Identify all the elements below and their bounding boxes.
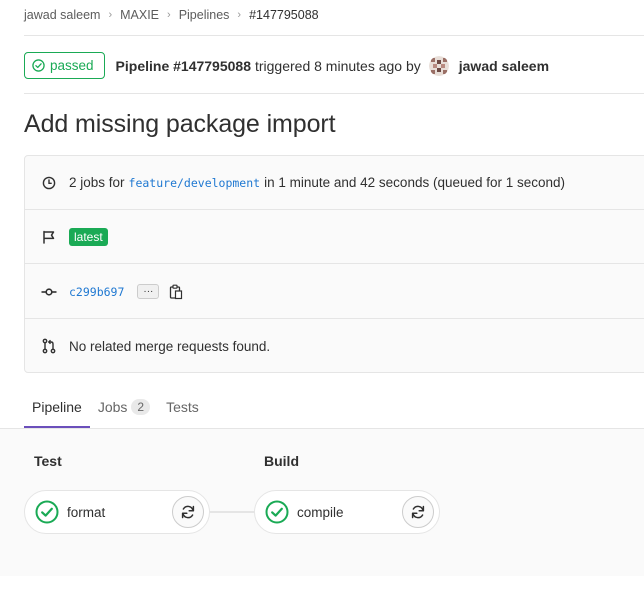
merge-requests-row: No related merge requests found. <box>25 319 644 373</box>
commit-icon <box>41 284 57 300</box>
jobs-row: 2 jobs for feature/development in 1 minu… <box>25 156 644 210</box>
latest-badge[interactable]: latest <box>69 227 108 246</box>
job-name: compile <box>297 504 344 520</box>
expand-commit-button[interactable]: ··· <box>137 284 160 299</box>
divider <box>24 93 644 94</box>
success-check-icon <box>35 500 59 524</box>
breadcrumb-project[interactable]: MAXIE <box>120 8 159 22</box>
stage-connector <box>210 511 255 513</box>
no-merge-requests-text: No related merge requests found. <box>69 338 271 354</box>
merge-request-icon <box>41 338 57 354</box>
retry-job-button[interactable] <box>402 496 434 528</box>
copy-sha-button[interactable] <box>169 284 183 300</box>
breadcrumb: jawad saleem › MAXIE › Pipelines › #1477… <box>24 6 319 24</box>
job-compile[interactable]: compile <box>254 490 440 534</box>
commit-sha-link[interactable]: c299b697 <box>69 285 124 299</box>
status-badge[interactable]: passed <box>24 52 105 79</box>
avatar[interactable] <box>428 55 449 76</box>
jobs-duration: in 1 minute and 42 seconds (queued for 1… <box>264 175 566 190</box>
status-label: passed <box>50 58 94 73</box>
chevron-right-icon: › <box>108 9 113 21</box>
author-name[interactable]: jawad saleem <box>459 58 549 74</box>
tab-tests[interactable]: Tests <box>158 385 207 428</box>
breadcrumb-pipelines[interactable]: Pipelines <box>179 8 230 22</box>
breadcrumb-user[interactable]: jawad saleem <box>24 8 100 22</box>
tab-jobs[interactable]: Jobs 2 <box>90 385 158 428</box>
pipeline-tabs: Pipeline Jobs 2 Tests <box>24 385 207 428</box>
page-title: Add missing package import <box>24 110 336 138</box>
chevron-right-icon: › <box>167 9 171 21</box>
tab-tests-label: Tests <box>166 398 199 415</box>
divider <box>24 35 644 36</box>
stage-title-build: Build <box>264 453 299 469</box>
clock-icon <box>41 175 57 191</box>
jobs-count-badge: 2 <box>131 398 151 415</box>
breadcrumb-pipeline-id[interactable]: #147795088 <box>249 8 319 22</box>
flag-icon <box>41 229 57 245</box>
retry-job-button[interactable] <box>172 496 204 528</box>
pipeline-header: passed Pipeline #147795088 triggered 8 m… <box>24 52 549 79</box>
job-format[interactable]: format <box>24 490 210 534</box>
tab-pipeline-label: Pipeline <box>32 398 82 415</box>
pipeline-label: Pipeline #147795088 <box>115 57 251 74</box>
check-circle-icon <box>32 59 45 72</box>
stage-title-test: Test <box>34 453 62 469</box>
latest-row: latest <box>25 210 644 264</box>
triggered-text: triggered 8 minutes ago by <box>254 57 421 74</box>
branch-link[interactable]: feature/development <box>129 176 261 190</box>
retry-icon <box>411 505 425 519</box>
jobs-prefix: 2 jobs for <box>69 175 125 190</box>
pipeline-info-card: 2 jobs for feature/development in 1 minu… <box>24 155 644 373</box>
commit-row: c299b697 ··· <box>25 265 644 319</box>
tab-pipeline[interactable]: Pipeline <box>24 385 90 428</box>
retry-icon <box>181 505 195 519</box>
clipboard-icon <box>170 284 183 299</box>
success-check-icon <box>265 500 289 524</box>
tab-jobs-label: Jobs <box>97 398 128 415</box>
job-name: format <box>67 504 106 520</box>
pipeline-graph: Test Build format compile <box>0 429 644 576</box>
chevron-right-icon: › <box>237 9 242 21</box>
